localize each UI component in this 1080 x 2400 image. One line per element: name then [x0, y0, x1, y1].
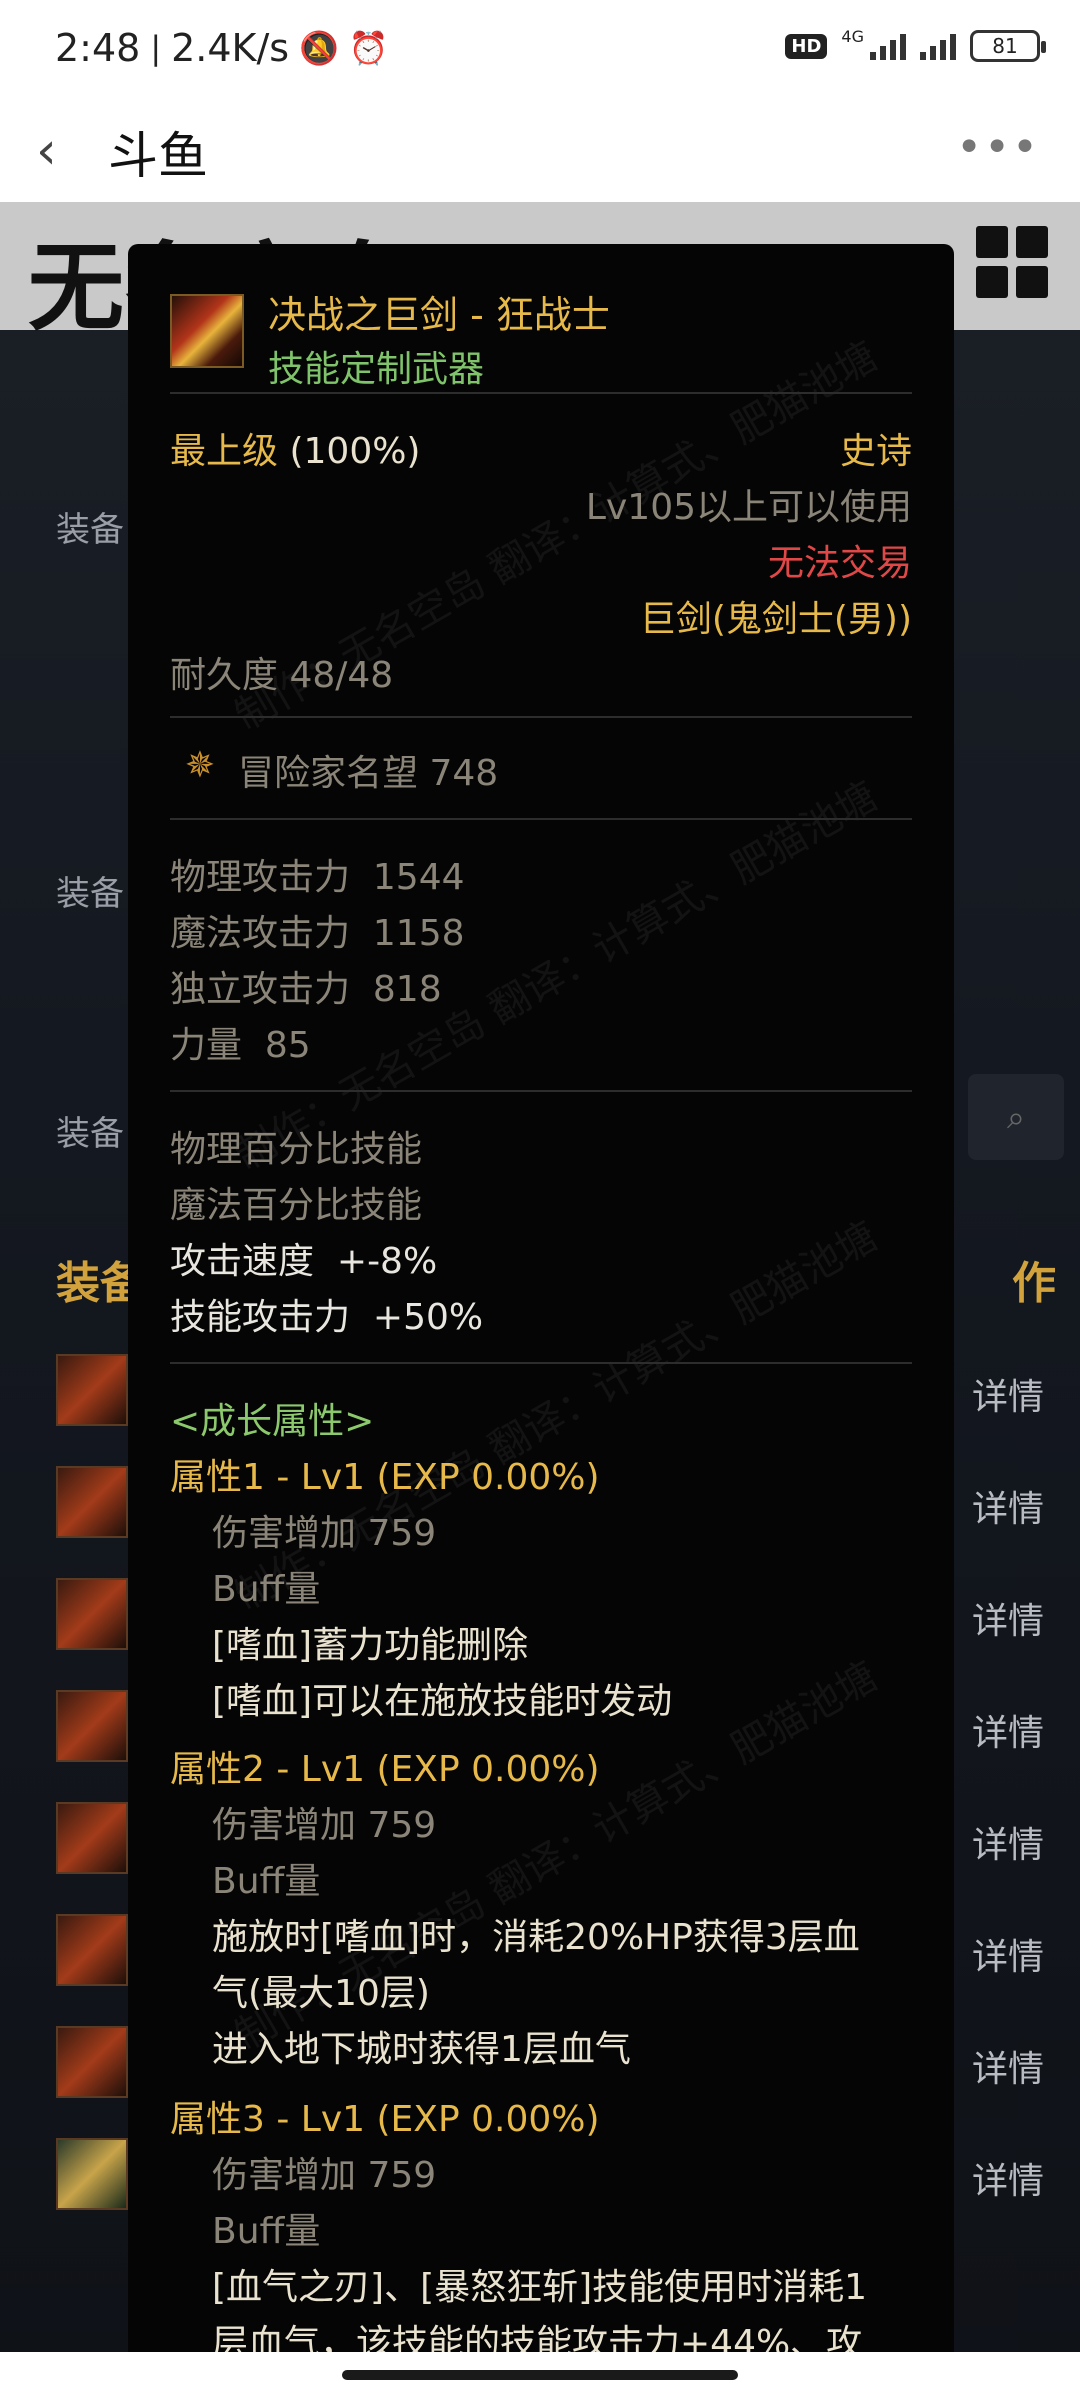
bg-label: 装备 [56, 510, 124, 550]
signal-icon-2 [920, 32, 956, 60]
growth-title: 属性3 - Lv1 (EXP 0.00%) [170, 2099, 600, 2140]
stat-value: 85 [264, 1025, 311, 1066]
row-detail-link[interactable]: 详情 [972, 1928, 1044, 1980]
bg-label: 装备 [56, 874, 124, 914]
battery-level: 81 [992, 34, 1018, 58]
growth-effect: 气(最大10层) [212, 1973, 430, 2014]
equipment-row-icon[interactable] [56, 1690, 128, 1762]
row-detail-link[interactable]: 详情 [972, 1480, 1044, 1532]
alarm-icon: ⏰ [348, 29, 389, 67]
trade-restriction: 无法交易 [767, 543, 912, 584]
network-speed: 2.4K/s [171, 26, 290, 70]
bonus-label: 攻击速度 [170, 1241, 315, 1282]
bonus-value: +-8% [336, 1241, 438, 1282]
row-detail-link[interactable]: 详情 [972, 1816, 1044, 1868]
growth-damage: 伤害增加 759 [212, 1513, 437, 1554]
item-type: 技能定制武器 [268, 349, 485, 390]
item-grade: 最上级 (100%) [170, 422, 420, 474]
stat-value: 1544 [372, 857, 465, 898]
growth-title: 属性2 - Lv1 (EXP 0.00%) [170, 1749, 600, 1790]
grade-label: 最上级 [170, 431, 279, 472]
status-separator: | [150, 29, 162, 67]
item-name: 决战之巨剑 - 狂战士 [268, 293, 610, 337]
divider [170, 1362, 912, 1364]
row-detail-link[interactable]: 详情 [972, 1592, 1044, 1644]
weapon-class: 巨剑(鬼剑士(男)) [639, 599, 912, 640]
page-title: 斗鱼 [108, 127, 208, 185]
item-rarity: 史诗 [839, 431, 912, 472]
clock: 2:48 [55, 26, 141, 70]
skill-type: 物理百分比技能 [170, 1129, 423, 1170]
app-bar: ‹ 斗鱼 ••• [0, 100, 1080, 202]
row-detail-link[interactable]: 详情 [972, 1704, 1044, 1756]
stat-label: 物理攻击力 [170, 857, 351, 898]
stat-label: 力量 [170, 1025, 243, 1066]
divider [170, 716, 912, 718]
grid-menu-icon[interactable] [976, 226, 1048, 298]
divider [170, 818, 912, 820]
growth-buff: Buff量 [212, 1569, 321, 1610]
growth-effect: [嗜血]可以在施放技能时发动 [212, 1681, 673, 1722]
adventurer-fame: 冒险家名望 748 [238, 753, 499, 794]
status-right: HD 4G 81 [785, 26, 1046, 62]
growth-effect: 施放时[嗜血]时，消耗20%HP获得3层血 [212, 1917, 860, 1958]
item-tooltip: 制作：无名空岛 翻译：计算式、肥猫池塘 制作：无名空岛 翻译：计算式、肥猫池塘 … [128, 244, 954, 2400]
status-bar: 2:48 | 2.4K/s 🔕 ⏰ HD 4G 81 [0, 0, 1080, 100]
growth-damage: 伤害增加 759 [212, 1805, 437, 1846]
bonus-value: +50% [372, 1297, 484, 1338]
equipment-row-icon[interactable] [56, 2138, 128, 2210]
skill-type: 魔法百分比技能 [170, 1185, 423, 1226]
battery-icon: 81 [970, 30, 1046, 62]
hd-badge: HD [785, 33, 828, 59]
back-chevron-icon[interactable]: ‹ [36, 124, 76, 178]
stat-label: 独立攻击力 [170, 969, 351, 1010]
stat-row: 魔法攻击力 1158 [170, 904, 465, 956]
divider [170, 1090, 912, 1092]
equipment-row-icon[interactable] [56, 1578, 128, 1650]
row-detail-link[interactable]: 详情 [972, 1368, 1044, 1420]
bonus-row: 攻击速度 +-8% [170, 1232, 437, 1284]
bonus-row: 技能攻击力 +50% [170, 1288, 483, 1340]
stat-label: 魔法攻击力 [170, 913, 351, 954]
row-detail-link[interactable]: 详情 [972, 2040, 1044, 2092]
level-requirement: Lv105以上可以使用 [585, 487, 912, 528]
growth-header: <成长属性> [170, 1401, 375, 1442]
equipment-row-icon[interactable] [56, 1354, 128, 1426]
growth-damage: 伤害增加 759 [212, 2155, 437, 2196]
more-options-icon[interactable]: ••• [956, 122, 1040, 173]
home-indicator[interactable] [342, 2370, 738, 2380]
status-left: 2:48 | 2.4K/s 🔕 ⏰ [55, 26, 389, 70]
growth-buff: Buff量 [212, 1861, 321, 1902]
stat-row: 力量 85 [170, 1016, 311, 1068]
divider [170, 392, 912, 394]
bonus-label: 技能攻击力 [170, 1297, 351, 1338]
equipment-row-icon[interactable] [56, 1466, 128, 1538]
signal-icon [870, 32, 906, 60]
row-detail-link[interactable]: 详情 [972, 2152, 1044, 2204]
growth-effect: [血气之刃]、[暴怒狂斩]技能使用时消耗1 [212, 2267, 868, 2308]
equipment-row-icon[interactable] [56, 1914, 128, 1986]
equipment-row-icon[interactable] [56, 1802, 128, 1874]
growth-effect: [嗜血]蓄力功能删除 [212, 1625, 529, 1666]
growth-buff: Buff量 [212, 2211, 321, 2252]
stat-value: 818 [372, 969, 442, 1010]
bg-section-heading-right: 作 [1012, 1258, 1056, 1309]
stat-row: 独立攻击力 818 [170, 960, 442, 1012]
bg-label: 装备 [56, 1114, 124, 1154]
network-type: 4G [841, 26, 864, 46]
growth-effect: 进入地下城时获得1层血气 [212, 2029, 631, 2070]
fame-crest-icon: ✵ [184, 745, 216, 786]
grade-value: (100%) [289, 431, 421, 472]
durability: 耐久度 48/48 [170, 655, 394, 696]
stat-row: 物理攻击力 1544 [170, 848, 465, 900]
growth-title: 属性1 - Lv1 (EXP 0.00%) [170, 1457, 600, 1498]
equipment-row-icon[interactable] [56, 2026, 128, 2098]
item-icon [170, 294, 244, 368]
search-icon[interactable]: ⌕ [968, 1074, 1064, 1160]
mute-bell-icon: 🔕 [299, 29, 339, 67]
stat-value: 1158 [372, 913, 465, 954]
